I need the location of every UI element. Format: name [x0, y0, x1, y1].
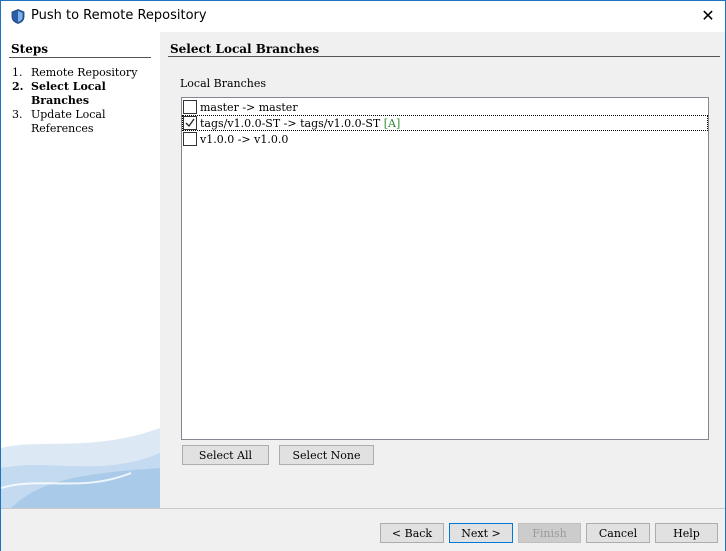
branch-row[interactable]: v1.0.0 -> v1.0.0	[182, 131, 708, 147]
branch-label: master -> master	[200, 100, 298, 114]
step-label-line: Branches	[31, 94, 90, 107]
local-branches-label: Local Branches	[180, 77, 267, 90]
title-bar: Push to Remote Repository ✕	[1, 1, 725, 32]
page-title: Select Local Branches	[170, 42, 320, 56]
step-label-line: Remote Repository	[31, 66, 138, 79]
branch-label: tags/v1.0.0-ST -> tags/v1.0.0-ST	[200, 116, 384, 130]
step-item: 1. Remote Repository	[12, 66, 137, 80]
cancel-button[interactable]: Cancel	[586, 523, 650, 543]
back-button[interactable]: < Back	[380, 523, 444, 543]
step-item: 3. Update Local References	[12, 108, 137, 136]
checkmark-icon	[185, 118, 195, 128]
finish-button: Finish	[518, 523, 581, 543]
step-item: 2. Select Local Branches	[12, 80, 137, 108]
close-icon[interactable]: ✕	[691, 1, 725, 32]
select-all-button[interactable]: Select All	[182, 445, 269, 465]
dialog-window: Push to Remote Repository ✕ Steps 1. Remo…	[0, 0, 726, 551]
steps-divider	[9, 57, 151, 58]
step-label: Select Local Branches	[31, 80, 106, 108]
step-number: 2.	[12, 80, 24, 93]
wizard-footer: < Back Next > Finish Cancel Help	[1, 508, 725, 551]
step-label-line: Select Local	[31, 80, 106, 93]
branch-status-tag: [A]	[383, 116, 401, 130]
branch-checkbox[interactable]	[183, 132, 197, 146]
select-none-button[interactable]: Select None	[279, 445, 374, 465]
branch-checkbox[interactable]	[183, 116, 197, 130]
steps-list: 1. Remote Repository 2. Select Local Branche…	[12, 66, 137, 136]
decorative-swoosh-graphic	[1, 428, 160, 508]
steps-panel: Steps 1. Remote Repository 2. Select Local B…	[1, 32, 160, 508]
step-number: 1.	[12, 66, 23, 79]
content-panel: Select Local Branches Local Branches mas…	[160, 32, 725, 508]
step-label: Update Local References	[31, 108, 106, 136]
branch-row[interactable]: master -> master	[182, 99, 708, 115]
branch-row[interactable]: tags/v1.0.0-ST -> tags/v1.0.0-ST [A]	[182, 115, 708, 131]
step-number: 3.	[12, 108, 23, 121]
branch-label: v1.0.0 -> v1.0.0	[200, 132, 289, 146]
steps-header: Steps	[11, 42, 48, 56]
step-label-line: Update Local	[31, 108, 106, 121]
step-label-line: References	[31, 122, 94, 135]
app-shield-icon	[11, 9, 25, 24]
branch-checkbox[interactable]	[183, 100, 197, 114]
step-label: Remote Repository	[31, 66, 137, 80]
next-button[interactable]: Next >	[449, 523, 513, 543]
local-branches-list[interactable]: master -> master tags/v1.0.0-ST -> tags/v…	[181, 97, 709, 440]
window-title: Push to Remote Repository	[31, 8, 207, 23]
page-title-divider	[168, 56, 720, 57]
help-button[interactable]: Help	[655, 523, 718, 543]
